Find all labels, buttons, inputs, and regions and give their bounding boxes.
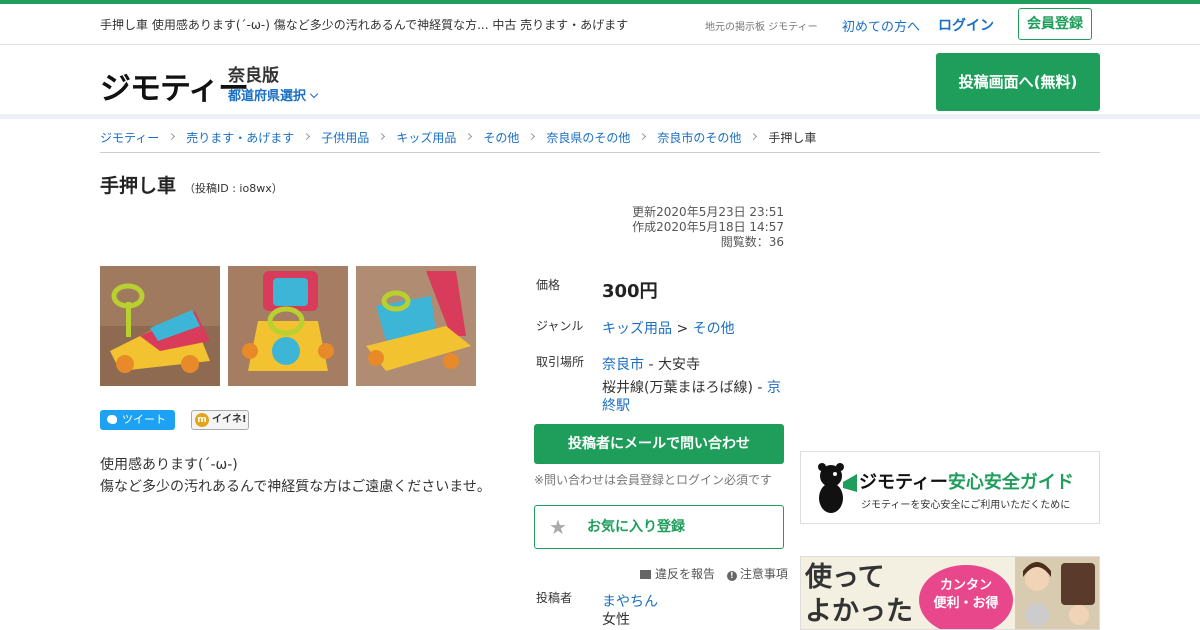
report-link[interactable]: 違反を報告 <box>655 567 715 581</box>
genre-link-kids[interactable]: キッズ用品 <box>602 321 672 337</box>
breadcrumb-item[interactable]: 子供用品 <box>321 129 369 152</box>
chevron-right-icon <box>639 132 647 141</box>
iine-label: イイネ! <box>212 414 247 425</box>
place-line: 桜井線(万葉まほろば線) - <box>602 380 763 396</box>
prefecture-select[interactable]: 都道府県選択 <box>228 85 319 104</box>
genre-separator: > <box>676 321 689 337</box>
post-title: 手押し車 <box>100 175 177 197</box>
header: ジモティー 奈良版 都道府県選択 投稿画面へ(無料) <box>0 45 1200 119</box>
place-city-row: 奈良市 - 大安寺 <box>602 354 700 374</box>
contact-note: ※問い合わせは会員登録とログイン必須です <box>534 473 773 487</box>
iine-button[interactable]: m イイネ! <box>191 410 249 430</box>
poster-name-link[interactable]: まやちん <box>602 591 658 611</box>
post-button[interactable]: 投稿画面へ(無料) <box>936 53 1100 111</box>
safety-guide-banner[interactable]: ジモティー安心安全ガイド ジモティーを安心安全にご利用いただくために <box>800 451 1100 524</box>
post-id: （投稿ID : io8wx） <box>184 182 283 195</box>
seo-title: 手押し車 使用感あります(´-ω-) 傷など多少の汚れあるんで神経質な方... … <box>100 18 629 32</box>
login-link[interactable]: ログイン <box>938 15 994 35</box>
chevron-right-icon <box>168 132 176 141</box>
contact-by-mail-button[interactable]: 投稿者にメールで問い合わせ <box>534 424 784 464</box>
twitter-bird-icon <box>107 415 117 424</box>
favorite-button[interactable]: ★ お気に入り登録 <box>534 505 784 549</box>
created-date: 作成2020年5月18日 14:57 <box>632 220 784 234</box>
chevron-down-icon <box>309 89 319 99</box>
banner-text: 使って よかった <box>805 561 913 629</box>
chevron-right-icon <box>528 132 536 141</box>
info-icon: ! <box>726 571 737 581</box>
breadcrumb-item[interactable]: 奈良県のその他 <box>546 129 630 152</box>
ad-banner[interactable]: 使って よかった カンタン 便利・お得 <box>800 556 1100 630</box>
subheader: 手押し車 使用感あります(´-ω-) 傷など多少の汚れあるんで神経質な方... … <box>0 4 1200 45</box>
banner-line: よかった <box>805 596 913 627</box>
banner-bubble-line: カンタン <box>939 578 992 593</box>
description-line: 使用感あります(´-ω-) <box>100 457 238 473</box>
mixi-icon: m <box>195 413 209 427</box>
updated-date: 更新2020年5月23日 23:51 <box>632 205 784 219</box>
place-area: - 大安寺 <box>648 357 700 373</box>
banner-bubble: カンタン 便利・お得 <box>919 565 1013 629</box>
first-time-link[interactable]: 初めての方へ <box>842 16 920 35</box>
genre-value: キッズ用品 > その他 <box>602 318 735 338</box>
guide-title: ジモティー安心安全ガイド <box>859 468 1074 494</box>
breadcrumb-item[interactable]: 売ります・あげます <box>186 129 294 152</box>
photo-thumbnail-3[interactable] <box>356 266 476 386</box>
description-line: 傷など多少の汚れあるんで神経質な方はご遠慮くださいませ。 <box>100 479 491 495</box>
genre-link-other[interactable]: その他 <box>693 321 735 337</box>
chevron-right-icon <box>303 132 311 141</box>
breadcrumb-current: 手押し車 <box>768 131 817 145</box>
mascot-icon <box>818 463 857 513</box>
banner-photo <box>1015 557 1099 629</box>
guide-subtitle: ジモティーを安心安全にご利用いただくために <box>861 500 1071 511</box>
banner-bubble-line: 便利・お得 <box>933 596 999 611</box>
chevron-right-icon <box>750 132 758 141</box>
place-label: 取引場所 <box>536 355 585 369</box>
chevron-right-icon <box>465 132 473 141</box>
post-meta: 更新2020年5月23日 23:51 作成2020年5月18日 14:57 閲覧… <box>540 205 784 250</box>
prefecture-select-label: 都道府県選択 <box>228 89 307 104</box>
banner-line: 使って <box>805 562 885 593</box>
tweet-button[interactable]: ツイート <box>100 410 175 430</box>
genre-label: ジャンル <box>536 319 584 333</box>
chevron-right-icon <box>378 132 386 141</box>
post-description: 使用感あります(´-ω-) 傷など多少の汚れあるんで神経質な方はご遠慮くださいま… <box>100 454 491 498</box>
breadcrumb-item[interactable]: ジモティー <box>100 129 159 152</box>
page-title: 手押し車 （投稿ID : io8wx） <box>100 171 283 198</box>
price-value: 300円 <box>602 281 658 302</box>
guide-title-text: 安心安全ガイド <box>947 472 1074 493</box>
board-link[interactable]: 地元の掲示板 ジモティー <box>705 18 818 33</box>
notice-link[interactable]: 注意事項 <box>740 567 788 581</box>
register-button[interactable]: 会員登録 <box>1018 8 1092 40</box>
place-station-row: 桜井線(万葉まほろば線) - 京終駅 <box>602 379 784 415</box>
breadcrumb-item[interactable]: 奈良市のその他 <box>657 129 741 152</box>
photo-thumbnail-2[interactable] <box>228 266 348 386</box>
poster-gender: 女性 <box>602 612 630 628</box>
region-label: 奈良版 <box>228 66 279 86</box>
price-label: 価格 <box>536 278 561 292</box>
place-city-link[interactable]: 奈良市 <box>602 357 644 373</box>
favorite-label: お気に入り登録 <box>587 519 685 535</box>
flag-icon <box>640 570 651 579</box>
star-icon: ★ <box>549 515 567 539</box>
guide-brand: ジモティー <box>859 472 948 493</box>
breadcrumb-item[interactable]: キッズ用品 <box>396 129 456 152</box>
poster-label: 投稿者 <box>536 591 573 605</box>
breadcrumb: ジモティー 売ります・あげます 子供用品 キッズ用品 その他 奈良県のその他 奈… <box>100 129 1100 153</box>
tweet-label: ツイート <box>122 413 166 426</box>
breadcrumb-item[interactable]: その他 <box>483 129 519 152</box>
site-logo[interactable]: ジモティー <box>100 63 249 108</box>
view-count: 閲覧数：36 <box>720 235 784 249</box>
photo-thumbnail-1[interactable] <box>100 266 220 386</box>
report-links: 違反を報告 ! 注意事項 <box>640 565 788 582</box>
